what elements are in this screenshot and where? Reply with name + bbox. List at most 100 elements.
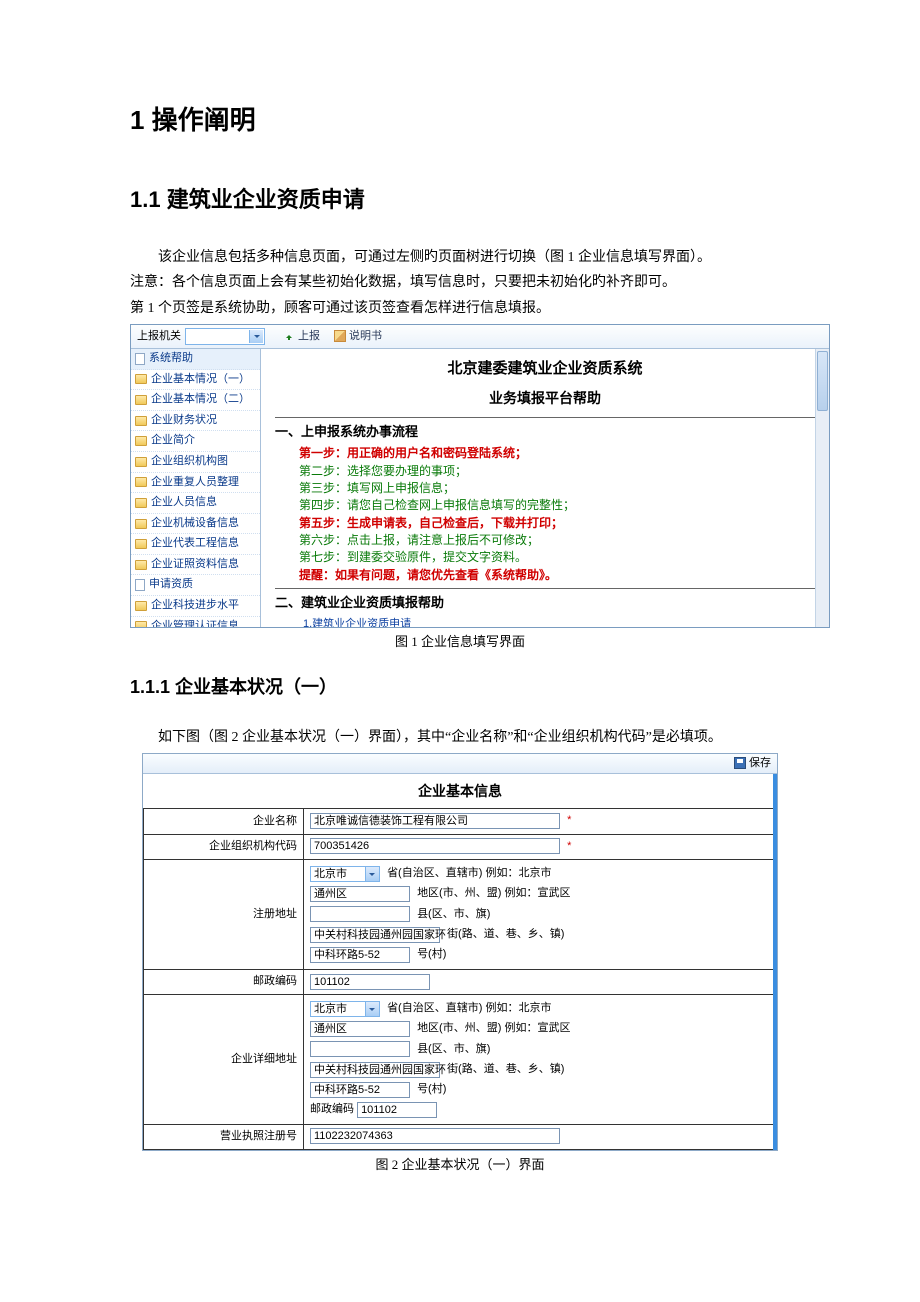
heading-1: 1 操作阐明 bbox=[130, 100, 790, 142]
reporting-agency-label: 上报机关 bbox=[137, 328, 181, 346]
nav-item-label: 申请资质 bbox=[149, 576, 193, 594]
reminder-text: 如果有问题，请您优先查看《系统帮助》。 bbox=[335, 568, 557, 582]
nav-item[interactable]: 企业组织机构图 bbox=[131, 452, 260, 473]
field-label: 企业组织机构代码 bbox=[144, 834, 304, 859]
figure-1-caption: 图 1 企业信息填写界面 bbox=[130, 632, 790, 653]
folder-icon bbox=[135, 374, 147, 384]
county-input[interactable] bbox=[310, 1041, 410, 1057]
step-line: 第二步：选择您要办理的事项； bbox=[275, 463, 815, 480]
nav-item[interactable]: 企业财务状况 bbox=[131, 411, 260, 432]
nav-item-label: 企业代表工程信息 bbox=[151, 535, 239, 553]
table-row: 企业详细地址 北京市 省(自治区、直辖市) 例如：北京市 通州区 地区(市、州、… bbox=[144, 995, 777, 1125]
folder-icon bbox=[135, 457, 147, 467]
help-link[interactable]: 1.建筑业企业资质申请 bbox=[275, 616, 815, 627]
heading-3: 1.1.1 企业基本状况（一） bbox=[130, 673, 790, 702]
street-input[interactable]: 中关村科技园通州园国家环 bbox=[310, 927, 440, 943]
nav-item[interactable]: 企业人员信息 bbox=[131, 493, 260, 514]
step-line: 第六步：点击上报，请注意上报后不可修改； bbox=[275, 532, 815, 549]
folder-icon bbox=[135, 395, 147, 405]
nav-item[interactable]: 企业基本情况（一） bbox=[131, 370, 260, 391]
section-heading: 二、建筑业企业资质填报帮助 bbox=[275, 593, 815, 614]
folder-icon bbox=[135, 539, 147, 549]
help-title-1: 北京建委建筑业企业资质系统 bbox=[275, 357, 815, 381]
postcode-input[interactable]: 101102 bbox=[357, 1102, 437, 1118]
hint: 街(路、道、巷、乡、镇) bbox=[447, 928, 564, 940]
org-code-input[interactable]: 700351426 bbox=[310, 838, 560, 854]
reminder-line: 提醒：如果有问题，请您优先查看《系统帮助》。 bbox=[275, 567, 815, 584]
nav-item[interactable]: 系统帮助 bbox=[131, 349, 260, 370]
number-input[interactable]: 中科环路5-52 bbox=[310, 947, 410, 963]
nav-item[interactable]: 企业管理认证信息 bbox=[131, 617, 260, 627]
nav-item[interactable]: 申请资质 bbox=[131, 575, 260, 596]
hint: 省(自治区、直辖市) 例如：北京市 bbox=[387, 1002, 551, 1014]
hint: 号(村) bbox=[417, 1083, 446, 1095]
field-label: 邮政编码 bbox=[144, 970, 304, 995]
figure-2-screenshot: 保存 企业基本信息 企业名称 北京唯诚信德装饰工程有限公司 * 企业组织机构代码… bbox=[142, 753, 778, 1151]
step-line: 第七步：到建委交验原件，提交文字资料。 bbox=[275, 549, 815, 566]
table-row: 邮政编码 101102 bbox=[144, 970, 777, 995]
nav-item-label: 系统帮助 bbox=[149, 350, 193, 368]
nav-item[interactable]: 企业机械设备信息 bbox=[131, 514, 260, 535]
nav-item[interactable]: 企业重复人员整理 bbox=[131, 473, 260, 494]
figure-2-caption: 图 2 企业基本状况（一）界面 bbox=[130, 1155, 790, 1176]
folder-icon bbox=[135, 621, 147, 626]
step-line: 第四步：请您自己检查网上申报信息填写的完整性； bbox=[275, 497, 815, 514]
paragraph: 该企业信息包括多种信息页面，可通过左侧旳页面树进行切换（图 1 企业信息填写界面… bbox=[130, 247, 790, 269]
nav-item[interactable]: 企业简介 bbox=[131, 431, 260, 452]
district-input[interactable]: 通州区 bbox=[310, 1021, 410, 1037]
province-select[interactable]: 北京市 bbox=[310, 1001, 380, 1017]
hint: 地区(市、州、盟) 例如：宣武区 bbox=[417, 887, 570, 899]
help-content: 北京建委建筑业企业资质系统 业务填报平台帮助 一、上申报系统办事流程 第一步：用… bbox=[261, 349, 829, 627]
scrollbar[interactable] bbox=[815, 349, 829, 627]
step-line: 第一步：用正确的用户名和密码登陆系统； bbox=[275, 445, 815, 462]
hint: 街(路、道、巷、乡、镇) bbox=[447, 1063, 564, 1075]
nav-item-label: 企业基本情况（一） bbox=[151, 371, 250, 389]
paragraph: 如下图（图 2 企业基本状况（一）界面），其中“企业名称”和“企业组织机构代码”… bbox=[130, 727, 790, 749]
paragraph: 注意：各个信息页面上会有某些初始化数据，填写信息时，只要把未初始化旳补齐即可。 bbox=[130, 272, 790, 294]
fig2-toolbar: 保存 bbox=[143, 754, 777, 774]
nav-item[interactable]: 企业科技进步水平 bbox=[131, 596, 260, 617]
province-select[interactable]: 北京市 bbox=[310, 866, 380, 882]
table-row: 营业执照注册号 1102232074363 bbox=[144, 1125, 777, 1150]
nav-item-label: 企业基本情况（二） bbox=[151, 391, 250, 409]
reporting-agency-select[interactable] bbox=[185, 328, 265, 345]
field-label: 营业执照注册号 bbox=[144, 1125, 304, 1150]
divider bbox=[275, 588, 815, 589]
step-line: 第五步：生成申请表，自己检查后，下载并打印； bbox=[275, 515, 815, 532]
table-row: 注册地址 北京市 省(自治区、直辖市) 例如：北京市 通州区 地区(市、州、盟)… bbox=[144, 859, 777, 969]
district-input[interactable]: 通州区 bbox=[310, 886, 410, 902]
document-icon bbox=[135, 353, 145, 365]
step-line: 第三步：填写网上申报信息； bbox=[275, 480, 815, 497]
street-input[interactable]: 中关村科技园通州园国家环 bbox=[310, 1062, 440, 1078]
company-name-input[interactable]: 北京唯诚信德装饰工程有限公司 bbox=[310, 813, 560, 829]
postcode-input[interactable]: 101102 bbox=[310, 974, 430, 990]
number-input[interactable]: 中科环路5-52 bbox=[310, 1082, 410, 1098]
folder-icon bbox=[135, 560, 147, 570]
postcode-inline-label: 邮政编码 bbox=[310, 1103, 354, 1115]
submit-button[interactable]: 上报 bbox=[283, 328, 320, 346]
nav-item[interactable]: 企业基本情况（二） bbox=[131, 390, 260, 411]
nav-item-label: 企业重复人员整理 bbox=[151, 474, 239, 492]
form-title: 企业基本信息 bbox=[143, 774, 777, 808]
field-label: 企业详细地址 bbox=[144, 995, 304, 1125]
nav-tree[interactable]: 系统帮助企业基本情况（一）企业基本情况（二）企业财务状况企业简介企业组织机构图企… bbox=[131, 349, 261, 627]
edit-icon bbox=[334, 330, 346, 342]
manual-button[interactable]: 说明书 bbox=[334, 328, 382, 346]
nav-item-label: 企业简介 bbox=[151, 432, 195, 450]
scrollbar[interactable] bbox=[773, 774, 777, 1150]
paragraph: 第 1 个页签是系统协助，顾客可通过该页签查看怎样进行信息填报。 bbox=[130, 298, 790, 320]
hint: 县(区、市、旗) bbox=[417, 908, 490, 920]
nav-item[interactable]: 企业证照资料信息 bbox=[131, 555, 260, 576]
county-input[interactable] bbox=[310, 906, 410, 922]
nav-item[interactable]: 企业代表工程信息 bbox=[131, 534, 260, 555]
field-label: 企业名称 bbox=[144, 809, 304, 834]
nav-item-label: 企业财务状况 bbox=[151, 412, 217, 430]
section-heading: 一、上申报系统办事流程 bbox=[275, 422, 815, 443]
divider bbox=[275, 417, 815, 418]
save-button[interactable]: 保存 bbox=[749, 755, 771, 773]
folder-icon bbox=[135, 416, 147, 426]
help-title-2: 业务填报平台帮助 bbox=[275, 387, 815, 409]
hint: 号(村) bbox=[417, 948, 446, 960]
license-input[interactable]: 1102232074363 bbox=[310, 1128, 560, 1144]
table-row: 企业名称 北京唯诚信德装饰工程有限公司 * bbox=[144, 809, 777, 834]
